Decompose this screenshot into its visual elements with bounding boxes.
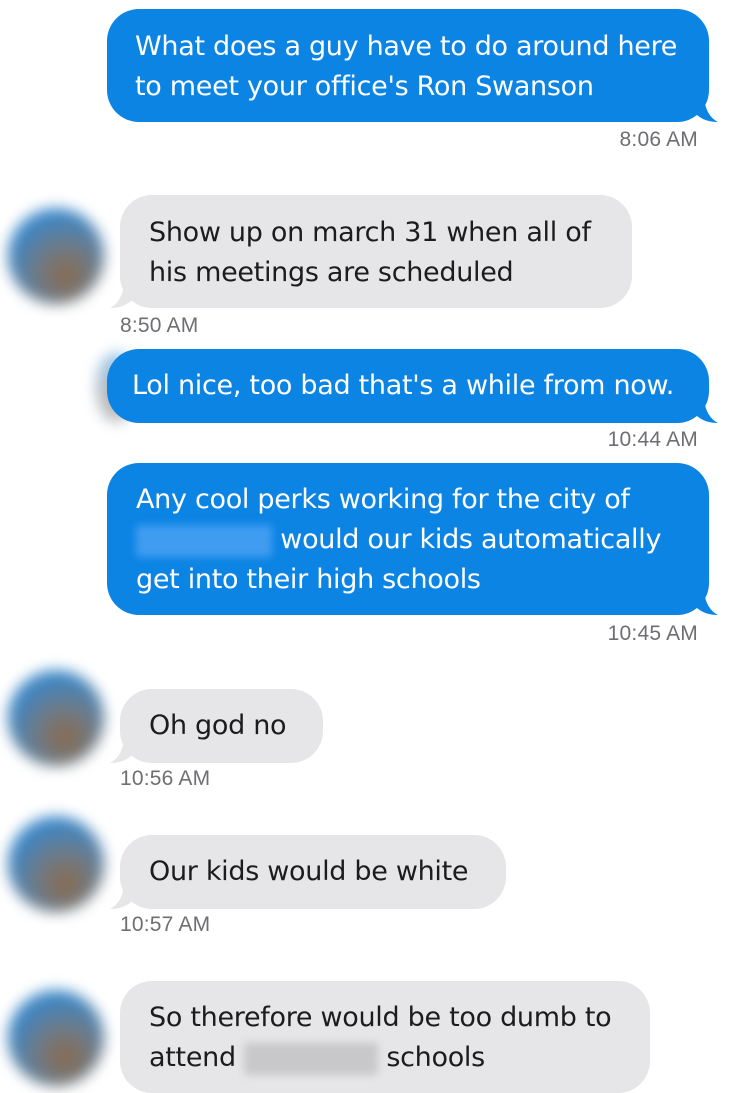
bubble-tail <box>110 284 132 308</box>
message-timestamp: 10:56 AM <box>120 767 211 790</box>
contact-avatar[interactable] <box>8 208 104 304</box>
outgoing-message[interactable]: What does a guy have to do around here t… <box>107 9 709 122</box>
incoming-message[interactable]: Oh god no <box>120 689 323 763</box>
message-timestamp: 10:44 AM <box>607 428 698 451</box>
message-text: attend <box>149 1042 236 1073</box>
outgoing-message[interactable]: Lol nice, too bad that's a while from no… <box>107 349 709 423</box>
bubble-tail <box>696 399 718 423</box>
incoming-message[interactable]: Our kids would be white <box>120 835 506 909</box>
incoming-message[interactable]: So therefore would be too dumb to attend… <box>120 981 650 1093</box>
bubble-tail <box>696 591 718 615</box>
message-text: Our kids would be white <box>149 856 469 887</box>
contact-avatar[interactable] <box>8 990 104 1086</box>
message-text-line: attend schools <box>149 1038 650 1078</box>
redacted-text <box>136 524 272 557</box>
message-timestamp: 10:57 AM <box>120 913 211 936</box>
message-timestamp: 8:50 AM <box>120 314 199 337</box>
message-text: Any cool perks working for the city of <box>136 484 630 515</box>
message-text: So therefore would be too dumb to <box>149 1002 612 1033</box>
message-text: Oh god no <box>149 710 287 741</box>
message-text: to meet your office's Ron Swanson <box>135 71 594 102</box>
message-timestamp: 10:45 AM <box>607 622 698 645</box>
contact-avatar[interactable] <box>8 670 104 766</box>
message-text-line: would our kids automatically <box>136 520 709 560</box>
outgoing-message[interactable]: Any cool perks working for the city of w… <box>107 463 709 615</box>
message-text: What does a guy have to do around here <box>135 31 678 62</box>
message-timestamp: 8:06 AM <box>619 128 698 151</box>
bubble-tail <box>110 739 132 763</box>
bubble-tail <box>110 885 132 909</box>
redacted-text <box>244 1042 379 1075</box>
message-text: get into their high schools <box>136 564 481 595</box>
bubble-tail <box>696 98 718 122</box>
message-text: Lol nice, too bad that's a while from no… <box>132 370 675 401</box>
contact-avatar[interactable] <box>8 816 104 912</box>
message-text: his meetings are scheduled <box>149 257 514 288</box>
message-text: Show up on march 31 when all of <box>149 217 591 248</box>
message-text: schools <box>386 1042 485 1073</box>
incoming-message[interactable]: Show up on march 31 when all of his meet… <box>120 195 632 308</box>
message-text: would our kids automatically <box>280 524 662 555</box>
